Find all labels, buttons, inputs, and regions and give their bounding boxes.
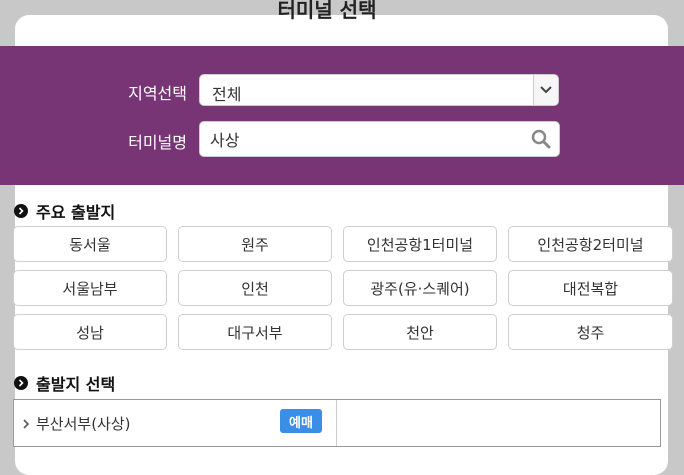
list-divider xyxy=(336,400,337,446)
departure-select-heading: 출발지 선택 xyxy=(14,371,115,395)
region-select-value: 전체 xyxy=(212,85,242,104)
departure-chip[interactable]: 청주 xyxy=(508,314,673,350)
departure-chip[interactable]: 인천공항2터미널 xyxy=(508,226,673,262)
departure-chip[interactable]: 서울남부 xyxy=(13,270,167,306)
reserve-badge-button[interactable]: 예매 xyxy=(280,409,322,433)
chevron-down-icon[interactable] xyxy=(533,75,558,105)
departure-select-title: 출발지 선택 xyxy=(36,375,116,394)
region-label: 지역선택 xyxy=(128,84,187,103)
departure-chip[interactable]: 동서울 xyxy=(13,226,167,262)
departure-chip[interactable]: 원주 xyxy=(178,226,332,262)
terminal-search-field[interactable] xyxy=(199,121,560,157)
chevron-right-circle-icon xyxy=(14,204,28,218)
chevron-right-circle-icon xyxy=(14,376,28,390)
region-select[interactable]: 전체 xyxy=(199,74,559,106)
departure-chip[interactable]: 성남 xyxy=(13,314,167,350)
search-panel xyxy=(0,46,684,185)
departure-chip[interactable]: 인천 xyxy=(178,270,332,306)
list-item-label: 부산서부(사상) xyxy=(36,414,131,433)
chevron-right-icon xyxy=(22,414,30,433)
major-departures-heading: 주요 출발지 xyxy=(14,199,115,223)
terminal-search-input[interactable] xyxy=(210,128,510,150)
departure-chip[interactable]: 광주(유·스퀘어) xyxy=(343,270,497,306)
departure-chip[interactable]: 대구서부 xyxy=(178,314,332,350)
terminal-name-label: 터미널명 xyxy=(128,133,187,152)
departure-chip[interactable]: 대전복합 xyxy=(508,270,673,306)
modal-title: 터미널 선택 xyxy=(277,0,377,22)
search-icon[interactable] xyxy=(531,129,551,153)
departure-chip[interactable]: 천안 xyxy=(343,314,497,350)
major-departures-title: 주요 출발지 xyxy=(36,203,116,222)
departure-chip[interactable]: 인천공항1터미널 xyxy=(343,226,497,262)
departure-results-list: 부산서부(사상) 예매 xyxy=(13,399,661,447)
